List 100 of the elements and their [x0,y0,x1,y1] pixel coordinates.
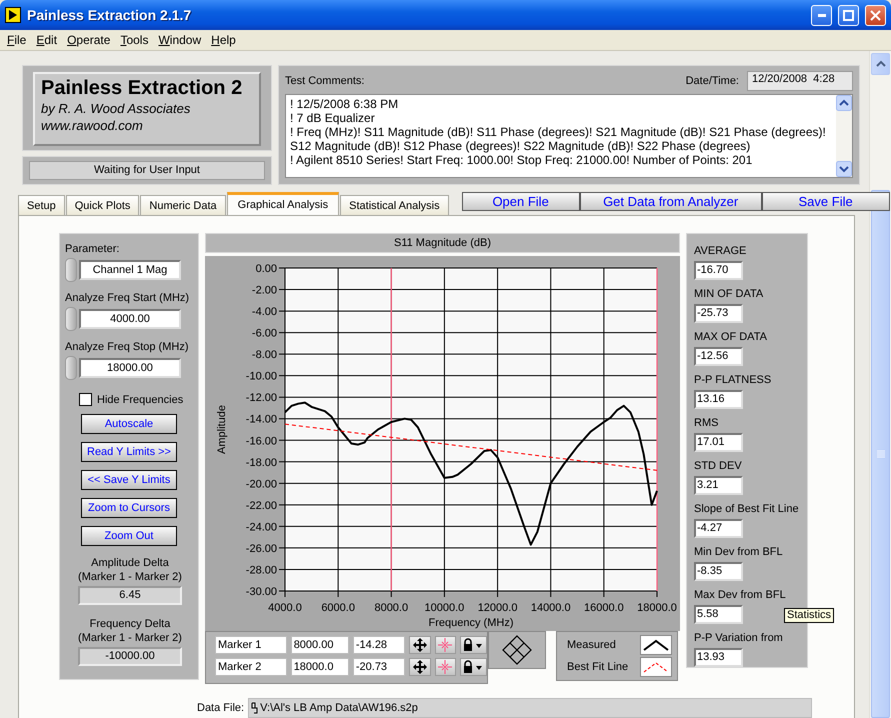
tick-label: 16000.0 [584,602,624,614]
panel-button[interactable]: Autoscale [81,414,177,434]
field-label: Parameter: [65,242,120,256]
action-button[interactable]: Open File [462,192,580,211]
menu-item[interactable]: Operate [62,33,116,47]
minimize-button[interactable] [811,4,832,26]
panel-button[interactable]: Read Y Limits >> [81,442,177,462]
tick-label: -4.00 [252,306,277,318]
cursor-line[interactable] [656,268,658,591]
lock-button[interactable] [460,636,488,654]
close-icon [870,10,881,20]
menu-item[interactable]: File [2,33,32,47]
tab[interactable]: Setup [18,195,65,215]
cursor-pad-button[interactable] [488,631,546,669]
window-title: Painless Extraction 2.1.7 [27,7,192,23]
delta-label: Frequency Delta (Marker 1 - Marker 2) [77,617,183,645]
stat-label: Max Dev from BFL [694,588,787,602]
tick-label: -6.00 [252,328,277,340]
tick-label: -26.00 [246,542,277,555]
menu-item[interactable]: Edit [31,33,62,47]
stat-label: STD DEV [694,459,743,473]
path-icon [251,702,258,714]
delta-value: 6.45 [78,586,182,605]
stat-value: -12.56 [694,347,743,366]
tick-label: 10000.0 [424,602,464,614]
stat-value: -25.73 [694,304,743,323]
chart-title: S11 Magnitude (dB) [205,233,680,253]
panel-button[interactable]: Zoom Out [81,526,177,546]
stat-value: 3.21 [694,476,743,495]
checkbox-label: Hide Frequencies [97,394,184,406]
tooltip: Statistics [784,608,834,623]
stat-label: MIN OF DATA [694,287,764,301]
app-icon [5,7,21,23]
maximize-button[interactable] [838,4,859,26]
marker-x-field[interactable]: 18000.0 [290,658,349,676]
tab[interactable]: Numeric Data [140,195,226,215]
move-icon [412,638,427,652]
data-file-label: Data File: [197,702,244,714]
scroll-up-icon[interactable] [876,60,886,68]
tick-label: -28.00 [246,564,277,576]
legend-label: Best Fit Line [567,661,628,673]
tick-label: -30.00 [246,586,277,598]
status-field: Waiting for User Input [29,161,265,180]
input-field[interactable]: 18000.00 [79,358,181,378]
stat-value: 13.16 [694,390,743,409]
tick-label: -22.00 [246,500,277,512]
scroll-down-icon[interactable] [836,161,852,177]
input-field[interactable]: Channel 1 Mag [79,260,181,280]
delta-value: -10000.00 [78,647,182,666]
action-button[interactable]: Save File [762,192,890,211]
close-button[interactable] [865,4,886,26]
input-field[interactable]: 4000.00 [79,309,181,329]
comment-line: ! Freq (MHz)! S11 Magnitude (dB)! S11 Phase (degrees)! S21 Magnitude (dB)! S21 Phase (degrees)! S12 Magnitude (dB)! S12 Phase (degrees)! S22 Magnitude (dB)! S22 Phase (degrees) [290,125,827,153]
comments-label: Test Comments: [285,75,366,87]
scrollbar-thumb[interactable] [871,190,890,718]
tick-label: -2.00 [252,284,277,297]
menu-item[interactable]: Help [206,33,241,47]
stat-value: 5.58 [694,605,743,624]
datetime-label: Date/Time: [686,75,739,87]
field-label: Analyze Freq Stop (MHz) [65,340,190,354]
lock-icon [462,638,484,652]
marker-name-field[interactable]: Marker 2 [215,658,287,676]
tick-label: -24.00 [246,521,277,534]
marker-y-field[interactable]: -14.28 [352,636,406,654]
tick-label: 8000.0 [374,602,408,614]
stat-value: -16.70 [694,261,743,280]
field-label: Analyze Freq Start (MHz) [65,291,190,305]
tick-label: 4000.0 [268,602,302,614]
marker-name-field[interactable]: Marker 1 [215,636,287,654]
panel-button[interactable]: << Save Y Limits [81,470,177,490]
action-button[interactable]: Get Data from Analyzer [580,192,762,211]
tab[interactable]: Graphical Analysis [226,192,340,215]
move-button[interactable] [409,636,431,654]
axis-title: Frequency (MHz) [428,617,514,629]
checkbox[interactable] [79,393,92,406]
diamond-icon [502,635,532,665]
tab[interactable]: Statistical Analysis [340,195,449,215]
lock-button[interactable] [460,658,488,676]
comment-line: ! 7 dB Equalizer [290,111,376,125]
author-text: by R. A. Wood Associates [41,100,192,117]
crosshair-icon [438,660,452,674]
stat-label: MAX OF DATA [694,330,768,344]
maximize-icon [843,10,854,20]
datetime-field: 12/20/2008 4:28 [747,71,853,91]
menu-item[interactable]: Tools [115,33,154,47]
panel-button[interactable]: Zoom to Cursors [81,498,177,518]
tab[interactable]: Quick Plots [66,195,140,215]
move-icon [412,660,427,674]
legend-label: Measured [567,639,616,651]
scroll-up-icon[interactable] [836,95,852,111]
stat-value: -4.27 [694,519,743,538]
marker-y-field[interactable]: -20.73 [352,658,406,676]
menu-item[interactable]: Window [153,33,206,47]
crosshair-icon [438,638,452,652]
stat-value: -8.35 [694,562,743,581]
comment-line: ! 12/5/2008 6:38 PM [290,97,400,111]
comments-field[interactable] [285,94,853,178]
marker-x-field[interactable]: 8000.00 [290,636,349,654]
data-file-field[interactable]: V:\Al's LB Amp Data\AW196.s2p [248,698,812,718]
move-button[interactable] [409,658,431,676]
